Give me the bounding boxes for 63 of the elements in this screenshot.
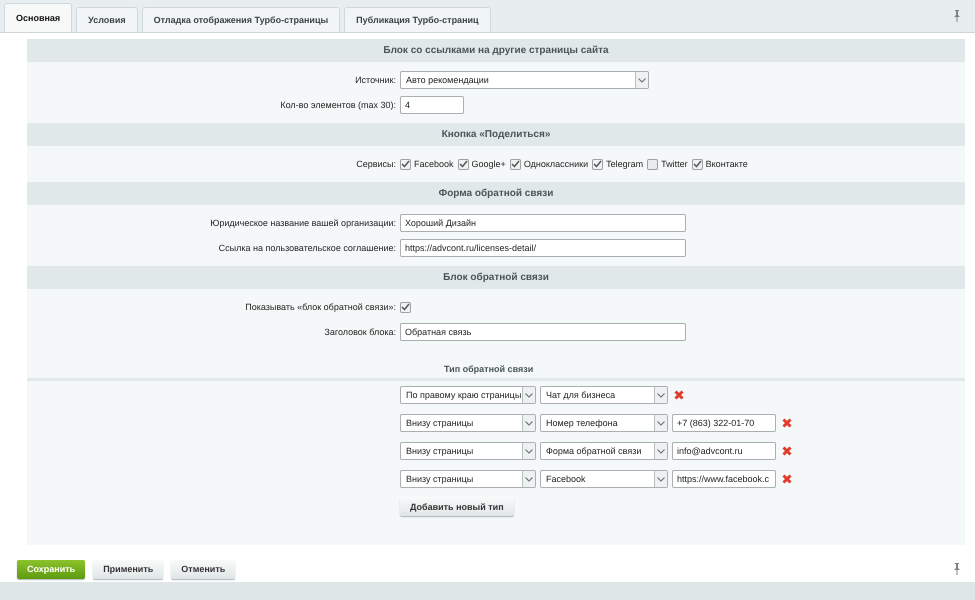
number-field[interactable]: 4 <box>400 96 464 114</box>
checkbox[interactable] <box>692 158 703 170</box>
chevron-icon <box>657 476 665 482</box>
tab[interactable]: Отладка отображения Турбо-страницы <box>142 7 340 32</box>
section-header: Форма обратной связи <box>27 182 965 205</box>
form-button[interactable]: Отменить <box>171 560 236 578</box>
section-header: Блок обратной связи <box>27 266 965 289</box>
checkbox-label: Одноклассники <box>524 159 588 169</box>
chevron-icon <box>657 420 665 426</box>
subsection-title: Тип обратной связи <box>444 364 534 374</box>
input-field[interactable]: https://advcont.ru/licenses-detail/ <box>400 239 686 257</box>
delete-icon[interactable] <box>782 418 792 428</box>
delete-icon[interactable] <box>782 446 792 456</box>
position-select[interactable]: По правому краю страницы <box>400 386 536 404</box>
field-label: Показывать «блок обратной связи»: <box>244 302 397 312</box>
delete-icon[interactable] <box>782 474 792 484</box>
type-select[interactable]: Facebook <box>540 470 668 488</box>
tab[interactable]: Публикация Турбо-страниц <box>344 7 491 32</box>
position-select[interactable]: Внизу страницы <box>400 442 536 460</box>
input-field[interactable]: +7 (863) 322-01-70 <box>672 414 776 432</box>
delete-icon[interactable] <box>674 390 684 400</box>
input-field[interactable]: Обратная связь <box>400 323 686 341</box>
field-label: Юридическое название вашей организации: <box>209 218 397 228</box>
type-select[interactable]: Чат для бизнеса <box>540 386 668 404</box>
field-label: Кол-во элементов (max 30): <box>279 100 397 110</box>
checkbox[interactable] <box>400 302 411 312</box>
checkbox-label: Telegram <box>606 159 644 169</box>
source-select[interactable]: Авто рекомендации <box>400 71 649 89</box>
input-field[interactable]: Хороший Дизайн <box>400 214 686 232</box>
input-field[interactable]: info@advcont.ru <box>672 442 776 460</box>
checkbox[interactable] <box>400 158 411 170</box>
field-label: Ссылка на пользовательское соглашение: <box>218 243 397 253</box>
checkbox-label: Twitter <box>661 159 688 169</box>
tab[interactable]: Условия <box>76 7 138 32</box>
type-select[interactable]: Форма обратной связи <box>540 442 668 460</box>
position-select[interactable]: Внизу страницы <box>400 470 536 488</box>
checkbox-label: Facebook <box>414 159 454 169</box>
add-type-button[interactable]: Добавить новый тип <box>400 497 514 516</box>
checkbox[interactable] <box>647 158 658 170</box>
chevron-icon <box>525 392 533 398</box>
checkbox[interactable] <box>458 158 469 170</box>
chevron-icon <box>657 392 665 398</box>
section-header: Блок со ссылками на другие страницы сайта <box>27 39 965 62</box>
section-header: Кнопка «Поделиться» <box>27 123 965 146</box>
chevron-icon <box>525 476 533 482</box>
tab[interactable]: Основная <box>4 3 72 32</box>
pin-icon[interactable] <box>953 563 961 575</box>
checkbox-label: Google+ <box>472 159 506 169</box>
field-label: Сервисы: <box>355 159 397 169</box>
checkbox-label: Вконтакте <box>706 159 748 169</box>
input-field[interactable]: https://www.facebook.c <box>672 470 776 488</box>
chevron-icon <box>525 420 533 426</box>
form-button[interactable]: Применить <box>93 560 164 578</box>
type-select[interactable]: Номер телефона <box>540 414 668 432</box>
chevron-icon <box>525 448 533 454</box>
field-label: Источник: <box>354 75 397 85</box>
field-label: Заголовок блока: <box>323 327 397 337</box>
chevron-icon <box>657 448 665 454</box>
checkbox[interactable] <box>510 158 521 170</box>
position-select[interactable]: Внизу страницы <box>400 414 536 432</box>
chevron-icon <box>638 78 646 82</box>
checkbox[interactable] <box>592 158 604 170</box>
pin-icon[interactable] <box>953 10 961 22</box>
